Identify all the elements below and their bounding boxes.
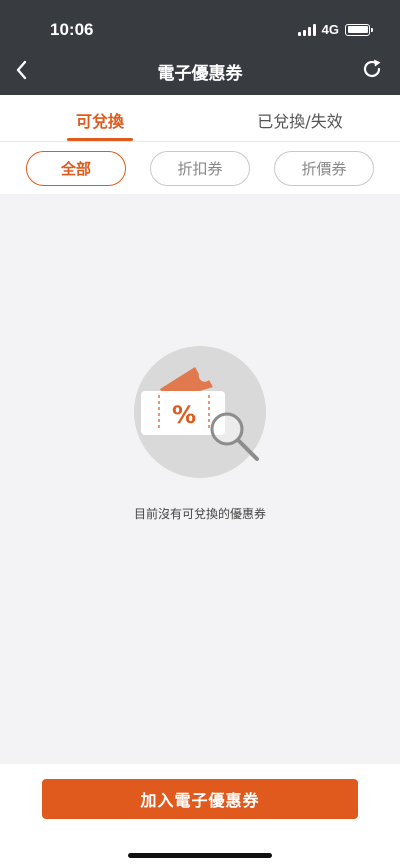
refresh-icon[interactable] xyxy=(360,57,384,81)
status-time: 10:06 xyxy=(50,20,94,39)
coupon-search-icon: % xyxy=(134,346,266,478)
nav-bar: 電子優惠券 xyxy=(0,48,400,95)
home-indicator[interactable] xyxy=(128,853,272,858)
battery-icon xyxy=(345,23,373,36)
filter-all[interactable]: 全部 xyxy=(26,150,126,186)
filter-chips: 全部 折扣券 折價券 xyxy=(0,142,400,194)
status-bar: 10:06 4G xyxy=(0,0,400,48)
network-type: 4G xyxy=(321,22,339,37)
add-coupon-button[interactable]: 加入電子優惠券 xyxy=(42,779,358,819)
empty-state: % 目前沒有可兌換的優惠券 xyxy=(0,194,400,764)
empty-message: 目前沒有可兌換的優惠券 xyxy=(133,507,266,521)
tab-redeemed-expired[interactable]: 已兌換/失效 xyxy=(200,95,400,141)
tab-redeemable[interactable]: 可兌換 xyxy=(0,95,200,141)
status-indicators: 4G xyxy=(297,22,373,37)
footer: 加入電子優惠券 xyxy=(0,764,400,867)
filter-price-off[interactable]: 折價券 xyxy=(274,150,374,186)
svg-text:%: % xyxy=(172,401,196,429)
tab-bar: 可兌換 已兌換/失效 xyxy=(0,95,400,142)
filter-discount[interactable]: 折扣券 xyxy=(150,150,250,186)
app-header: 10:06 4G 電子優惠券 xyxy=(0,0,400,95)
page-title: 電子優惠券 xyxy=(157,64,243,84)
signal-icon xyxy=(297,23,316,36)
